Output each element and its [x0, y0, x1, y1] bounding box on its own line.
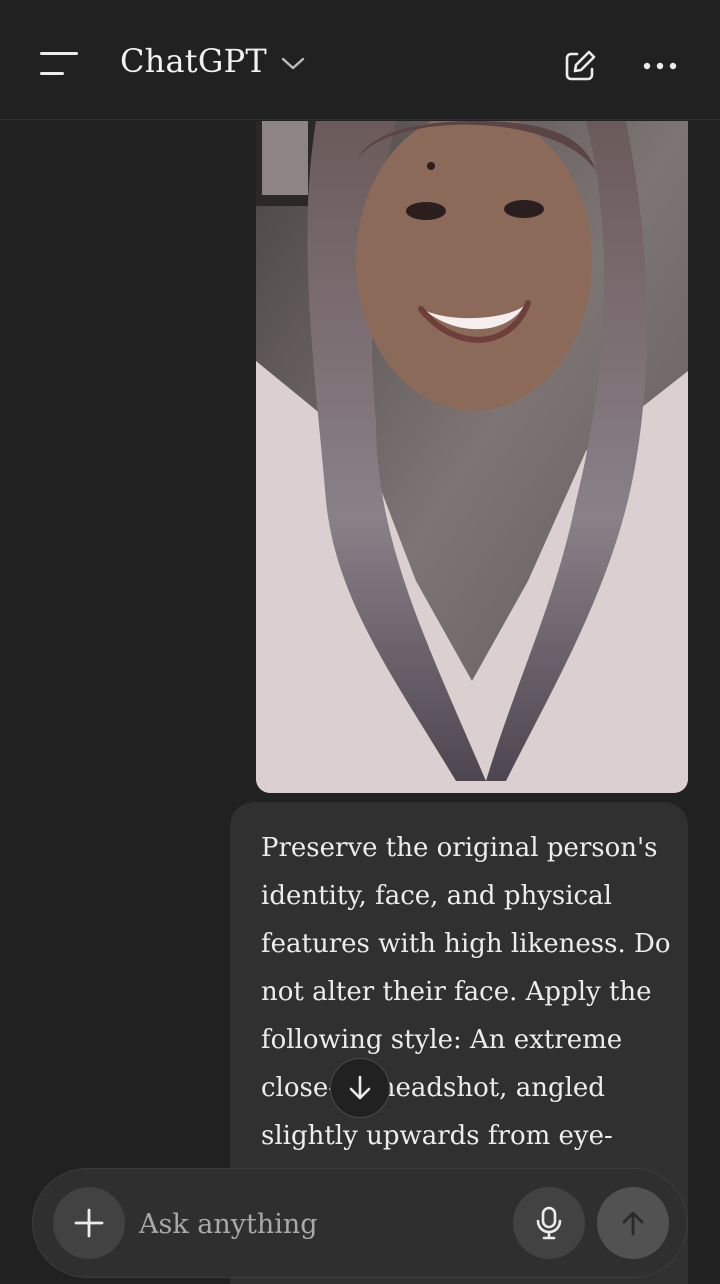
menu-icon-line-top	[40, 52, 78, 55]
prompt-input[interactable]	[137, 1199, 501, 1249]
photo-illustration	[256, 121, 688, 793]
new-chat-icon[interactable]	[562, 48, 598, 84]
app-title: ChatGPT	[120, 42, 267, 80]
send-button[interactable]	[597, 1187, 669, 1259]
microphone-icon	[536, 1206, 562, 1240]
menu-button[interactable]	[40, 52, 80, 78]
scroll-to-bottom-button[interactable]	[330, 1058, 390, 1118]
model-selector[interactable]: ChatGPT	[120, 42, 305, 80]
menu-icon-line-bottom	[40, 72, 64, 75]
voice-input-button[interactable]	[513, 1187, 585, 1259]
attach-button[interactable]	[53, 1187, 125, 1259]
arrow-down-icon	[349, 1075, 371, 1100]
more-icon[interactable]	[642, 56, 678, 76]
plus-icon	[74, 1208, 104, 1238]
uploaded-photo[interactable]	[256, 121, 688, 793]
composer	[32, 1168, 688, 1278]
chevron-down-icon	[281, 57, 305, 70]
arrow-up-icon	[622, 1211, 644, 1236]
top-app-bar: ChatGPT	[0, 8, 720, 120]
user-message-text: Preserve the original person's identity,…	[261, 833, 671, 1199]
